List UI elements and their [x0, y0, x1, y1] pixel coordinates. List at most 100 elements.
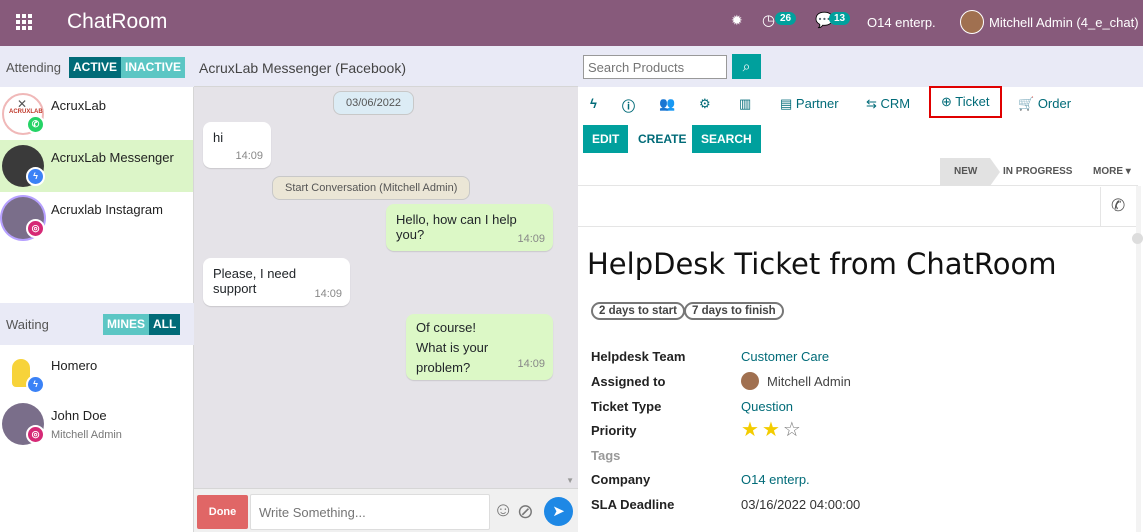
- messages-count-badge: 13: [829, 12, 851, 25]
- message-text: hi: [213, 130, 224, 145]
- field-label-priority: Priority: [591, 423, 637, 438]
- search-button[interactable]: SEARCH: [692, 125, 761, 153]
- emoji-icon[interactable]: ☺: [493, 499, 513, 522]
- assignee-avatar: [741, 372, 759, 390]
- stage-in-progress[interactable]: IN PROGRESS: [1003, 158, 1072, 186]
- field-value-company[interactable]: O14 enterp.: [741, 472, 810, 487]
- chat-title: AcruxLab Messenger (Facebook): [199, 60, 406, 76]
- conversation-name: Acruxlab Instagram: [51, 202, 163, 217]
- tab-ticket-label: Ticket: [955, 94, 990, 109]
- attending-toggle: ACTIVE INACTIVE: [69, 57, 186, 78]
- done-button[interactable]: Done: [197, 495, 248, 529]
- all-toggle-button[interactable]: ALL: [149, 314, 181, 335]
- users-icon[interactable]: 👥: [659, 96, 675, 112]
- tab-order[interactable]: 🛒 Order: [1018, 96, 1071, 112]
- record-panel: ⌕ ϟ ⓘ 👥 ⚙ ▥ ▤ Partner ⇆ CRM ⊕ Ticket 🛒 O…: [578, 46, 1143, 532]
- stage-more-dropdown[interactable]: MORE ▾: [1093, 158, 1131, 186]
- chat-panel: AcruxLab Messenger (Facebook) 03/06/2022…: [194, 46, 578, 532]
- field-value-assigned-to[interactable]: Mitchell Admin: [767, 374, 851, 389]
- top-navbar: ChatRoom ✹ ◷ 26 💬 13 O14 enterp. Mitchel…: [0, 0, 1143, 46]
- id-card-icon: ▤: [780, 96, 793, 111]
- tab-partner-label: Partner: [795, 96, 839, 111]
- conversation-item-acruxlab[interactable]: ACRUXLAB ✕ ✆ AcruxLab: [0, 88, 193, 140]
- message-time: 14:09: [235, 150, 263, 162]
- form-action-bar: EDIT CREATE SEARCH: [578, 122, 1138, 158]
- field-value-sla-deadline: 03/16/2022 04:00:00: [741, 497, 861, 512]
- send-icon[interactable]: ➤: [544, 497, 573, 526]
- activity-count-badge: 26: [775, 12, 797, 25]
- support-icon: ⊕: [941, 94, 952, 109]
- mines-toggle-button[interactable]: MINES: [103, 314, 150, 335]
- message-input[interactable]: [250, 494, 490, 530]
- chatter-bar: ✆: [578, 187, 1138, 227]
- user-menu[interactable]: Mitchell Admin (4_e_chat): [989, 15, 1139, 30]
- bar-chart-icon[interactable]: ▥: [739, 96, 751, 112]
- product-search-input[interactable]: [583, 55, 727, 79]
- instagram-icon: ◎: [26, 219, 45, 238]
- app-title: ChatRoom: [67, 10, 168, 33]
- whatsapp-send-icon[interactable]: ✆: [1111, 196, 1125, 216]
- messenger-icon: ϟ: [26, 375, 45, 394]
- conversation-name: AcruxLab Messenger: [51, 150, 174, 165]
- field-label-ticket-type: Ticket Type: [591, 399, 662, 414]
- field-label-tags: Tags: [591, 448, 621, 463]
- messenger-icon: ϟ: [26, 167, 45, 186]
- sla-tag: 7 days to finish: [684, 302, 784, 320]
- system-message: Start Conversation (Mitchell Admin): [272, 176, 471, 200]
- instagram-icon: ◎: [26, 425, 45, 444]
- product-search-bar: ⌕: [578, 46, 1143, 87]
- attach-icon[interactable]: ⊘: [517, 499, 534, 524]
- field-value-ticket-type[interactable]: Question: [741, 399, 793, 414]
- tab-crm-label: CRM: [880, 96, 911, 111]
- stage-new[interactable]: NEW: [940, 158, 990, 186]
- ticket-form: HelpDesk Ticket from ChatRoom 2 days to …: [578, 228, 1138, 532]
- attending-header: Attending ACTIVE INACTIVE: [0, 46, 194, 87]
- panel-tabs: ϟ ⓘ 👥 ⚙ ▥ ▤ Partner ⇆ CRM ⊕ Ticket 🛒 Ord…: [578, 86, 1143, 122]
- conversation-name: John Doe: [51, 408, 107, 423]
- conversation-item-acruxlab-instagram[interactable]: ◎ Acruxlab Instagram: [0, 192, 193, 244]
- cogs-icon[interactable]: ⚙: [699, 96, 711, 112]
- conversation-item-homero[interactable]: ϟ Homero: [0, 348, 193, 400]
- search-icon[interactable]: ⌕: [732, 54, 761, 79]
- message-composer: Done ☺ ⊘ ➤: [194, 488, 578, 532]
- attending-label: Attending: [6, 60, 61, 75]
- conversation-list-panel: Attending ACTIVE INACTIVE ACRUXLAB ✕ ✆ A…: [0, 46, 194, 532]
- conversation-name: AcruxLab: [51, 98, 106, 113]
- message-incoming: hi 14:09: [203, 122, 271, 168]
- create-button[interactable]: CREATE: [629, 125, 695, 153]
- sla-tag: 2 days to start: [591, 302, 685, 320]
- field-label-helpdesk-team: Helpdesk Team: [591, 349, 686, 364]
- tab-crm[interactable]: ⇆ CRM: [866, 96, 910, 112]
- star-empty-icon[interactable]: ☆: [783, 419, 804, 441]
- message-outgoing: Hello, how can I help you? 14:09: [386, 204, 553, 251]
- edit-button[interactable]: EDIT: [583, 125, 629, 153]
- lightning-icon[interactable]: ϟ: [590, 96, 597, 111]
- tab-ticket[interactable]: ⊕ Ticket: [929, 86, 1002, 118]
- message-outgoing: Of course! What is your problem? 14:09: [406, 314, 553, 380]
- tab-partner[interactable]: ▤ Partner: [780, 96, 839, 112]
- company-switcher[interactable]: O14 enterp.: [867, 15, 936, 30]
- cart-icon: 🛒: [1018, 96, 1035, 111]
- conversation-item-acruxlab-messenger[interactable]: ϟ AcruxLab Messenger: [0, 140, 193, 192]
- message-text: Please, I need support: [213, 266, 297, 296]
- conversation-item-john-doe[interactable]: ◎ John Doe Mitchell Admin: [0, 398, 193, 450]
- star-filled-icon[interactable]: ★: [741, 419, 762, 441]
- bug-icon[interactable]: ✹: [731, 12, 743, 29]
- active-toggle-button[interactable]: ACTIVE: [69, 57, 122, 78]
- waiting-header: Waiting MINES ALL: [0, 303, 194, 345]
- priority-stars[interactable]: ★★☆: [741, 417, 804, 442]
- field-value-helpdesk-team[interactable]: Customer Care: [741, 349, 829, 364]
- star-filled-icon[interactable]: ★: [762, 419, 783, 441]
- inactive-toggle-button[interactable]: INACTIVE: [121, 57, 186, 78]
- apps-menu-icon[interactable]: [16, 14, 34, 32]
- message-time: 14:09: [517, 358, 545, 370]
- user-avatar[interactable]: [960, 10, 984, 34]
- field-label-sla-deadline: SLA Deadline: [591, 497, 675, 512]
- activity-clock-icon[interactable]: ◷: [762, 11, 775, 29]
- message-text: Hello, how can I help you?: [396, 212, 517, 242]
- scroll-down-arrow-icon[interactable]: ▼: [566, 476, 574, 485]
- info-icon[interactable]: ⓘ: [622, 96, 635, 115]
- ticket-title: HelpDesk Ticket from ChatRoom: [587, 247, 1057, 281]
- field-label-assigned-to: Assigned to: [591, 374, 666, 389]
- message-text-line: Of course!: [416, 320, 476, 335]
